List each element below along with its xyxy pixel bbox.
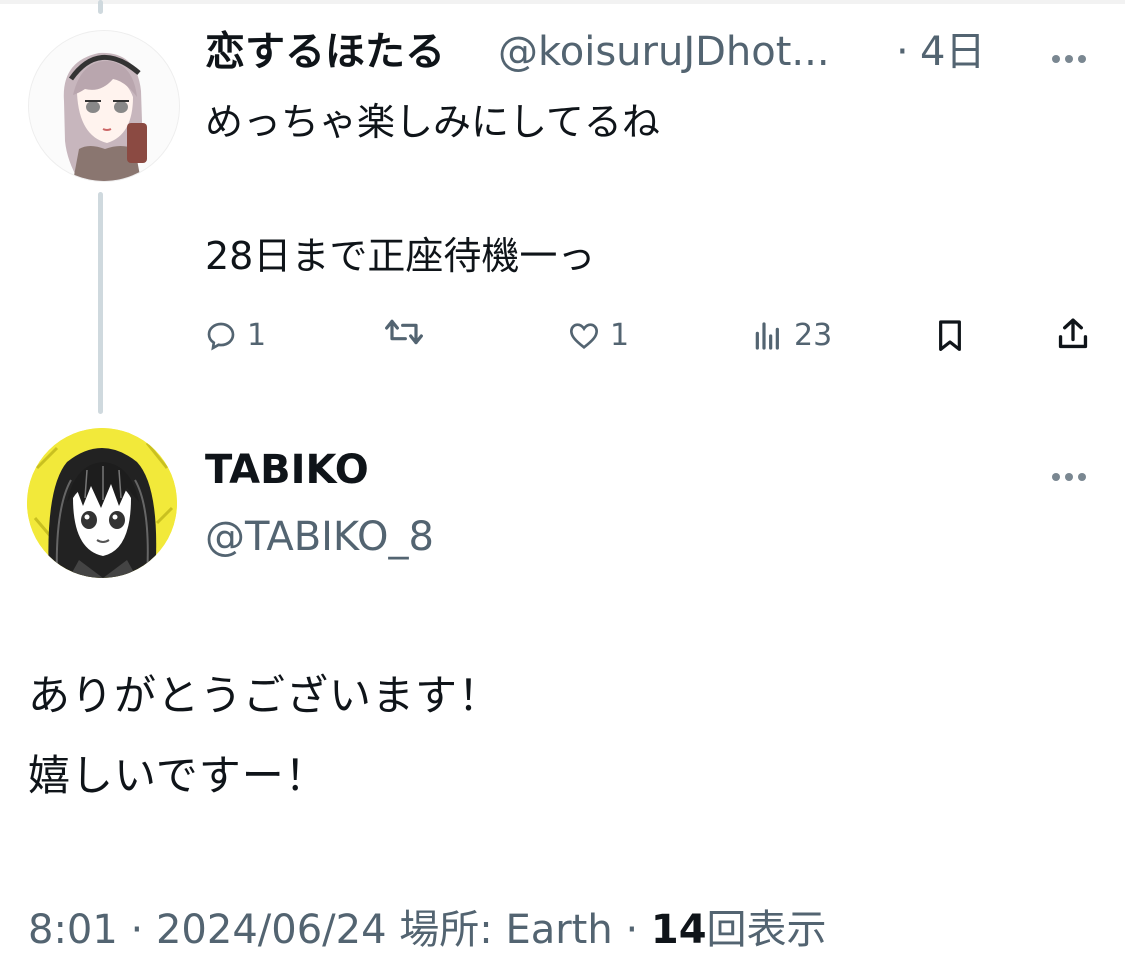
tweet-meta: 8:01 · 2024/06/24 場所: Earth · 14回表示 (28, 906, 827, 954)
like-button[interactable]: 1 (568, 316, 629, 356)
tweet-text-line1: ありがとうございます！ (28, 671, 502, 720)
meta-separator: · (625, 907, 639, 953)
avatar-illustration (27, 428, 177, 578)
retweet-button[interactable] (384, 316, 434, 348)
reply-button[interactable]: 1 (205, 316, 266, 356)
retweet-icon (385, 319, 423, 345)
view-count[interactable]: 14 (651, 907, 707, 953)
bookmark-icon (939, 320, 961, 351)
bookmark-button[interactable] (934, 318, 966, 354)
tweet-text-line2: 28日まで正座待機一っ (205, 234, 596, 278)
tweet-text-line1: めっちゃ楽しみにしてるね (205, 100, 660, 144)
timestamp[interactable]: 4日 (920, 28, 985, 76)
view-count-label: 回表示 (706, 907, 827, 953)
reply-tweet[interactable]: 恋するほたる @koisuruJDhot... · 4日 めっちゃ楽しみにしてる… (0, 0, 1125, 410)
more-icon[interactable] (1052, 466, 1091, 485)
reply-icon (207, 322, 235, 351)
avatar-illustration (29, 31, 179, 181)
views-button[interactable]: 23 (752, 316, 832, 356)
meta-separator: · (130, 907, 144, 953)
avatar[interactable] (27, 428, 177, 578)
views-icon (755, 322, 779, 350)
views-count: 23 (794, 318, 833, 353)
separator: · (896, 29, 909, 75)
avatar[interactable] (28, 30, 180, 182)
share-button[interactable] (1056, 316, 1090, 352)
reply-count: 1 (247, 318, 267, 353)
display-name[interactable]: TABIKO (205, 446, 369, 494)
main-tweet: TABIKO @TABIKO_8 ありがとうございます！ 嬉しいですー！ 8:0… (0, 420, 1125, 966)
like-count: 1 (610, 318, 630, 353)
tweet-time[interactable]: 8:01 (28, 907, 118, 953)
tweet-date[interactable]: 2024/06/24 (156, 907, 387, 953)
tweet-location: 場所: Earth (399, 907, 613, 953)
share-icon (1058, 318, 1088, 349)
display-name[interactable]: 恋するほたる (205, 28, 445, 76)
tweet-text-line2: 嬉しいですー！ (28, 751, 328, 800)
handle[interactable]: @koisuruJDhot... (498, 28, 830, 76)
handle[interactable]: @TABIKO_8 (205, 513, 434, 561)
like-icon (569, 323, 599, 350)
more-icon[interactable] (1052, 48, 1091, 67)
